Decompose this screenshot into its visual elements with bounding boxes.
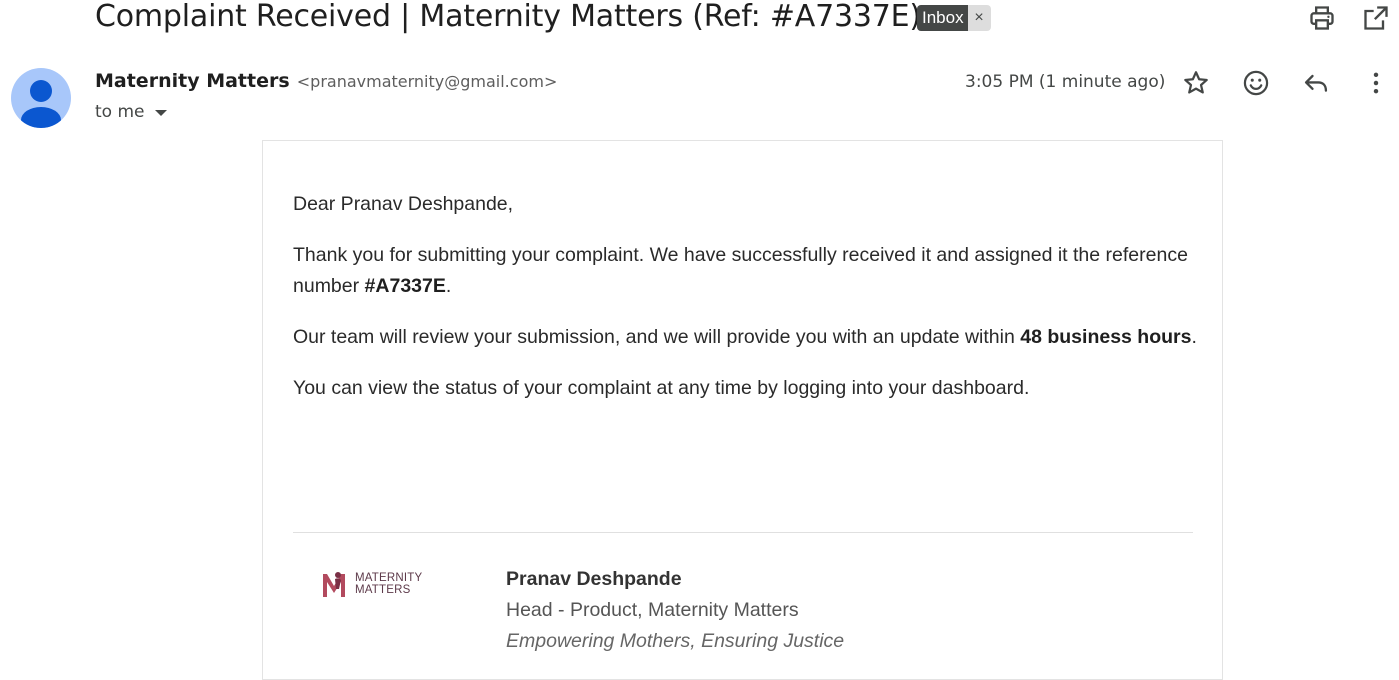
company-logo: MATERNITY MATTERS — [321, 569, 422, 599]
email-subject: Complaint Received | Maternity Matters (… — [95, 0, 921, 34]
maternity-matters-logo-icon — [323, 572, 345, 597]
reference-number: #A7337E — [364, 275, 446, 297]
body-paragraph-2: Our team will review your submission, an… — [293, 322, 1198, 353]
reply-icon[interactable] — [1302, 69, 1330, 97]
body-paragraph-1: Thank you for submitting your complaint.… — [293, 240, 1198, 302]
print-icon[interactable] — [1308, 4, 1336, 32]
logo-text-line: MATTERS — [355, 584, 411, 596]
person-icon — [21, 80, 61, 128]
signature-name: Pranav Deshpande — [506, 568, 682, 590]
signature-divider — [293, 532, 1193, 533]
recipient-details-toggle[interactable]: to me — [95, 102, 167, 122]
emoji-reaction-icon[interactable] — [1242, 69, 1270, 97]
email-body: Dear Pranav Deshpande, Thank you for sub… — [293, 189, 1198, 424]
body-text: Our team will review your submission, an… — [293, 326, 1021, 348]
remove-label-button[interactable]: × — [967, 5, 991, 31]
sender-email: <pranavmaternity@gmail.com> — [296, 72, 558, 91]
signature-tagline: Empowering Mothers, Ensuring Justice — [506, 630, 845, 652]
logo-text: MATERNITY MATTERS — [355, 572, 422, 596]
message-timestamp: 3:05 PM (1 minute ago) — [965, 72, 1166, 92]
star-icon[interactable] — [1182, 69, 1210, 97]
signature-block: Pranav Deshpande Head - Product, Materni… — [506, 566, 844, 657]
body-paragraph-3: You can view the status of your complain… — [293, 377, 1030, 399]
recipient-text: to me — [95, 102, 145, 122]
chevron-down-icon[interactable] — [154, 110, 167, 116]
inbox-label[interactable]: Inbox — [917, 5, 968, 31]
body-text: . — [1191, 326, 1197, 348]
body-text: . — [445, 275, 452, 297]
open-in-new-window-icon[interactable] — [1362, 4, 1390, 32]
greeting: Dear Pranav Deshpande, — [293, 193, 514, 215]
inbox-label-chip: Inbox × — [917, 5, 991, 31]
signature-role: Head - Product, Maternity Matters — [506, 599, 799, 621]
logo-text-line: MATERNITY — [355, 572, 423, 584]
response-time: 48 business hours — [1020, 326, 1192, 348]
sender-info: Maternity Matters <pranavmaternity@gmail… — [95, 70, 557, 92]
sender-avatar[interactable] — [11, 68, 71, 128]
sender-name[interactable]: Maternity Matters — [95, 70, 290, 92]
email-body-card: Dear Pranav Deshpande, Thank you for sub… — [262, 140, 1223, 680]
more-options-icon[interactable] — [1362, 69, 1390, 97]
